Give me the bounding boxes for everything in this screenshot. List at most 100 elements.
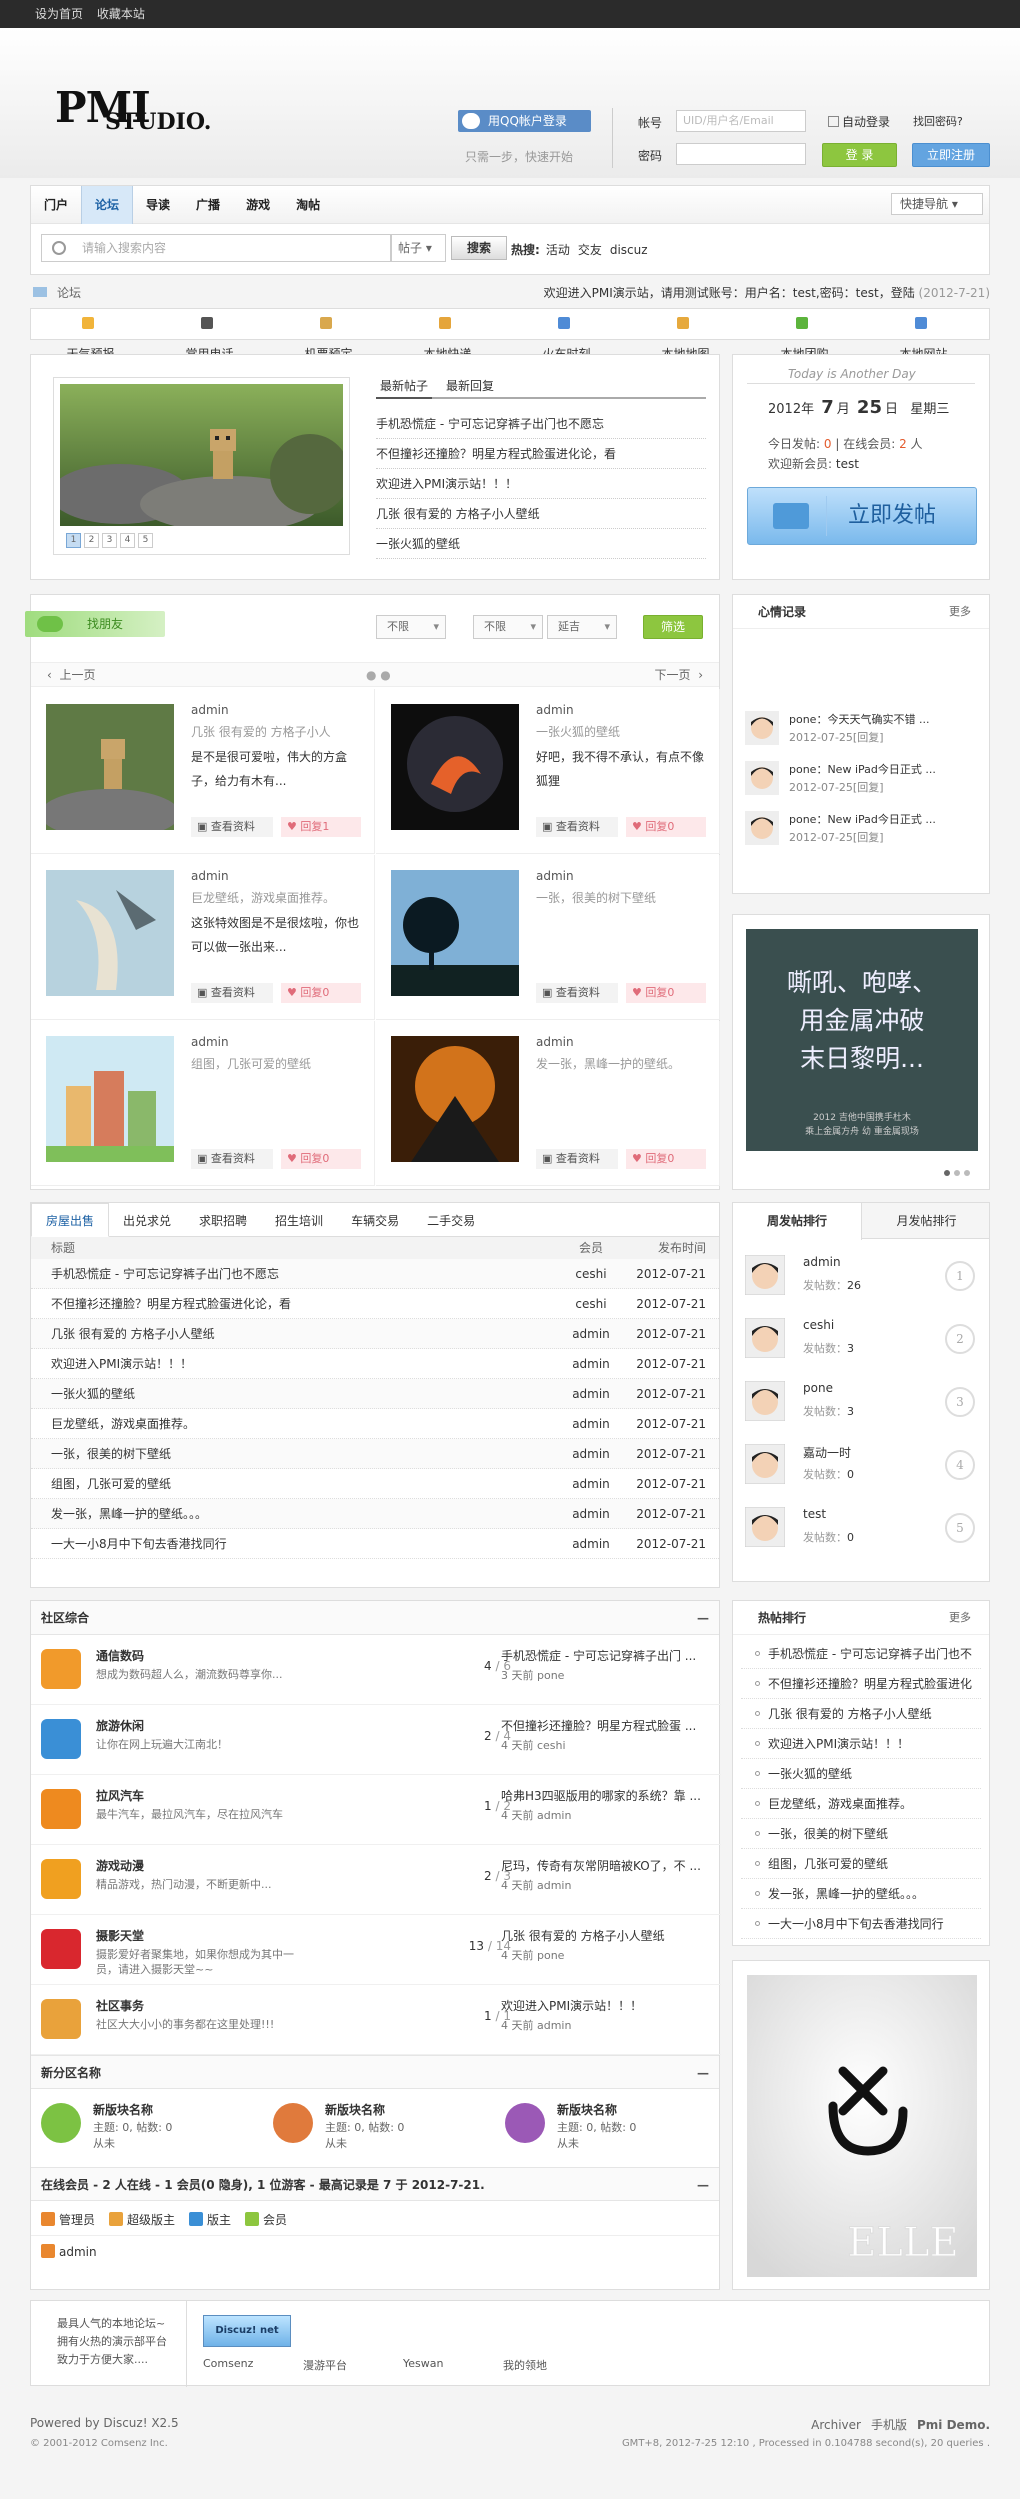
- sub-forum-icon[interactable]: [273, 2103, 313, 2143]
- login-button[interactable]: 登 录: [822, 143, 897, 167]
- hot-thread[interactable]: 几张 很有爱的 方格子小人壁纸: [741, 1699, 981, 1729]
- avatar[interactable]: [744, 1506, 786, 1548]
- row-user[interactable]: admin: [561, 1469, 621, 1499]
- search-button[interactable]: 搜索: [451, 236, 507, 260]
- avatar[interactable]: [745, 761, 779, 795]
- row-user[interactable]: ceshi: [561, 1259, 621, 1289]
- classified-tab[interactable]: 出兑求兑: [109, 1204, 185, 1238]
- row-user[interactable]: admin: [561, 1379, 621, 1409]
- rank-name[interactable]: ceshi: [803, 1318, 834, 1332]
- rank-name[interactable]: pone: [803, 1381, 833, 1395]
- slide-page-4[interactable]: 4: [120, 533, 135, 548]
- view-profile-button[interactable]: ▣ 查看资料: [536, 817, 618, 837]
- province-select[interactable]: 不限: [473, 615, 543, 639]
- friend-avatar[interactable]: [46, 1036, 174, 1162]
- avatar[interactable]: [744, 1443, 786, 1485]
- friend-avatar[interactable]: [46, 870, 174, 996]
- forum-group-title[interactable]: 社区综合: [41, 1611, 89, 1625]
- filter-button[interactable]: 筛选: [643, 615, 703, 639]
- friend-name[interactable]: admin: [536, 869, 574, 883]
- row-user[interactable]: admin: [561, 1409, 621, 1439]
- post-link[interactable]: 手机恐慌症 - 宁可忘记穿裤子出门也不愿忘: [376, 409, 706, 439]
- footer-link[interactable]: Pmi Demo.: [917, 2418, 990, 2432]
- slide-image[interactable]: [60, 384, 343, 526]
- friend-link[interactable]: Yeswan: [403, 2357, 443, 2370]
- prev-page[interactable]: ‹ 上一页: [47, 663, 95, 687]
- slide-page-2[interactable]: 2: [84, 533, 99, 548]
- sub-forum-name[interactable]: 新版块名称: [557, 2101, 617, 2118]
- row-user[interactable]: admin: [561, 1499, 621, 1529]
- hot-thread[interactable]: 组图，几张可爱的壁纸: [741, 1849, 981, 1879]
- reply-button[interactable]: ♥ 回复1: [281, 817, 361, 837]
- friend-name[interactable]: admin: [536, 1035, 574, 1049]
- breadcrumb-current[interactable]: 论坛: [57, 286, 81, 300]
- slideshow[interactable]: 12345: [53, 377, 350, 555]
- row-title[interactable]: 手机恐慌症 - 宁可忘记穿裤子出门也不愿忘: [51, 1259, 279, 1289]
- hot-thread[interactable]: 巨龙壁纸，游戏桌面推荐。: [741, 1789, 981, 1819]
- forum-last-post[interactable]: 不但撞衫还撞脸？明星方程式脸蛋 ...: [501, 1717, 711, 1734]
- row-title[interactable]: 发一张，黑峰一护的壁纸。。。: [51, 1499, 207, 1529]
- view-profile-button[interactable]: ▣ 查看资料: [191, 1149, 273, 1169]
- auto-login-checkbox[interactable]: 自动登录: [828, 113, 890, 130]
- forum-name[interactable]: 拉风汽车: [96, 1787, 144, 1804]
- tab-monthly[interactable]: 月发帖排行: [862, 1203, 991, 1239]
- row-user[interactable]: ceshi: [561, 1289, 621, 1319]
- footer-link[interactable]: Archiver: [811, 2418, 861, 2432]
- avatar[interactable]: [745, 811, 779, 845]
- friend-link[interactable]: 漫游平台: [303, 2357, 347, 2373]
- poster-banner[interactable]: 嘶吼、咆哮、 用金属冲破 末日黎明... 2012 吉他中国携手杜木 乘上金属方…: [732, 914, 990, 1190]
- friend-link[interactable]: Comsenz: [203, 2357, 253, 2370]
- reply-button[interactable]: ♥ 回复0: [626, 1149, 706, 1169]
- friend-name[interactable]: admin: [191, 703, 229, 717]
- nav-tab-5[interactable]: 淘帖: [283, 186, 333, 224]
- mood-more-link[interactable]: 更多: [949, 595, 971, 629]
- set-home-link[interactable]: 设为首页: [35, 7, 83, 21]
- next-page[interactable]: 下一页 ›: [655, 663, 703, 687]
- collapse-icon[interactable]: —: [697, 2168, 709, 2202]
- forum-last-post[interactable]: 尼玛，传奇有灰常阴暗被KO了，不 ...: [501, 1857, 711, 1874]
- avatar[interactable]: [745, 711, 779, 745]
- avatar[interactable]: [744, 1380, 786, 1422]
- mood-text[interactable]: pone：今天天气确实不错 ...: [789, 711, 929, 727]
- slide-page-3[interactable]: 3: [102, 533, 117, 548]
- search-input[interactable]: 请输入搜索内容: [41, 234, 391, 262]
- forum-icon[interactable]: [41, 1719, 81, 1759]
- password-input[interactable]: [676, 143, 806, 165]
- register-button[interactable]: 立即注册: [912, 143, 990, 167]
- hot-thread[interactable]: 一张火狐的壁纸: [741, 1759, 981, 1789]
- elle-banner[interactable]: ELLE: [732, 1960, 990, 2290]
- forgot-password-link[interactable]: 找回密码?: [913, 113, 963, 129]
- forum-last-post[interactable]: 欢迎进入PMI演示站！！！: [501, 1997, 711, 2014]
- post-link[interactable]: 欢迎进入PMI演示站！！！: [376, 469, 706, 499]
- forum-icon[interactable]: [41, 1789, 81, 1829]
- classified-tab[interactable]: 车辆交易: [337, 1204, 413, 1238]
- hot-thread[interactable]: 发一张，黑峰一护的壁纸。。。: [741, 1879, 981, 1909]
- collapse-icon[interactable]: —: [697, 2056, 709, 2090]
- rank-name[interactable]: test: [803, 1507, 826, 1521]
- row-user[interactable]: admin: [561, 1529, 621, 1559]
- reply-button[interactable]: ♥ 回复0: [626, 817, 706, 837]
- view-profile-button[interactable]: ▣ 查看资料: [191, 983, 273, 1003]
- row-title[interactable]: 一张火狐的壁纸: [51, 1379, 135, 1409]
- reply-button[interactable]: ♥ 回复0: [281, 1149, 361, 1169]
- forum-name[interactable]: 通信数码: [96, 1647, 144, 1664]
- forum-name[interactable]: 摄影天堂: [96, 1927, 144, 1944]
- new-post-button[interactable]: 立即发帖: [747, 487, 977, 545]
- classified-tab[interactable]: 招生培训: [261, 1204, 337, 1238]
- sub-forum-icon[interactable]: [505, 2103, 545, 2143]
- new-member-name[interactable]: test: [836, 457, 859, 471]
- collapse-icon[interactable]: —: [697, 1601, 709, 1635]
- classified-tab[interactable]: 二手交易: [413, 1204, 489, 1238]
- row-title[interactable]: 几张 很有爱的 方格子小人壁纸: [51, 1319, 215, 1349]
- friend-name[interactable]: admin: [536, 703, 574, 717]
- search-type-select[interactable]: 帖子 ▾: [391, 234, 446, 262]
- sub-group-title[interactable]: 新分区名称: [41, 2066, 101, 2080]
- view-profile-button[interactable]: ▣ 查看资料: [191, 817, 273, 837]
- sub-forum-icon[interactable]: [41, 2103, 81, 2143]
- nav-tab-2[interactable]: 导读: [133, 186, 183, 224]
- sub-forum-name[interactable]: 新版块名称: [325, 2101, 385, 2118]
- hot-word[interactable]: 交友: [578, 243, 602, 257]
- friend-avatar[interactable]: [391, 704, 519, 830]
- row-title[interactable]: 不但撞衫还撞脸？明星方程式脸蛋进化论，看: [51, 1289, 291, 1319]
- hot-word[interactable]: discuz: [610, 243, 648, 257]
